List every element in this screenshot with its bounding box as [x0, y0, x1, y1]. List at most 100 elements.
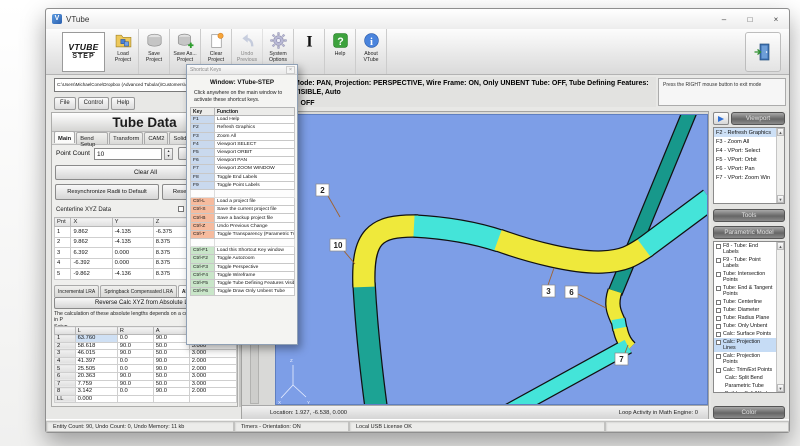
param-item-tube-end-tangent-points[interactable]: Tube: End & Tangent Points	[714, 284, 776, 298]
cell[interactable]: 50.0	[153, 350, 189, 358]
viewport-command-item[interactable]: F3 - Zoom All	[714, 137, 776, 146]
exit-mode-button[interactable]	[745, 32, 781, 72]
tab-transform[interactable]: Transform	[109, 132, 143, 144]
cell[interactable]: 90.0	[153, 357, 189, 365]
scroll-up-icon[interactable]: ▲	[777, 128, 784, 136]
param-item-builder-solidworks-master[interactable]: Builder: SolidWorks Master	[714, 390, 776, 393]
minimize-button[interactable]: –	[711, 9, 737, 29]
load-project-button[interactable]: Load Project	[108, 29, 139, 74]
cell[interactable]: 0.0	[117, 365, 153, 373]
param-item-tube-centerline[interactable]: Tube: Centerline	[714, 298, 776, 306]
cell[interactable]: 50.0	[153, 380, 189, 388]
menu-file[interactable]: File	[54, 97, 76, 110]
param-item-tube-only-unbent[interactable]: Tube: Only Unbent	[714, 322, 776, 330]
cell[interactable]: -9.862	[71, 269, 112, 280]
cell[interactable]: 0.0	[117, 335, 153, 343]
checkbox[interactable]	[716, 244, 721, 249]
cell[interactable]: 90.0	[117, 380, 153, 388]
cell[interactable]: 25.505	[75, 365, 117, 373]
param-item-calc-split-bend[interactable]: Calc: Split Bend	[714, 374, 776, 382]
color-section-header[interactable]: Color	[713, 406, 785, 419]
row-header[interactable]: 1	[55, 227, 71, 238]
close-button[interactable]: ×	[763, 9, 789, 29]
parametric-model-section-header[interactable]: Parametric Model	[713, 226, 785, 239]
row-header[interactable]: 3	[55, 248, 71, 259]
scroll-down-icon[interactable]: ▼	[777, 384, 784, 392]
cell[interactable]	[117, 395, 153, 403]
cell[interactable]: 90.0	[117, 350, 153, 358]
row-header[interactable]: 3	[55, 350, 76, 358]
lra-tab-springback-compensated-lra[interactable]: Springback Compensated LRA	[100, 285, 177, 297]
cell[interactable]: 41.397	[75, 357, 117, 365]
viewport-command-item[interactable]: F2 - Refresh Graphics	[714, 128, 776, 137]
text-cursor-button[interactable]: I	[294, 29, 325, 74]
scroll-up-icon[interactable]: ▲	[777, 242, 784, 250]
menu-control[interactable]: Control	[78, 97, 109, 110]
tab-bend-setup[interactable]: Bend Setup	[76, 132, 108, 144]
param-item-calc-surface-points[interactable]: Calc: Surface Points	[714, 330, 776, 338]
parametric-model-list[interactable]: F8 - Tube: End LabelsF9 - Tube: Point La…	[713, 241, 785, 393]
checkbox[interactable]	[716, 286, 721, 291]
cell[interactable]: 46.015	[75, 350, 117, 358]
cell[interactable]: 2.000	[189, 388, 236, 396]
cell[interactable]: 58.618	[75, 342, 117, 350]
param-item-parametric-tube[interactable]: Parametric Tube	[714, 382, 776, 390]
cell[interactable]: 3.000	[189, 350, 236, 358]
checkbox[interactable]	[716, 316, 721, 321]
cell[interactable]: 50.0	[153, 372, 189, 380]
checkbox[interactable]	[716, 340, 721, 345]
table-row[interactable]: 77.75990.050.03.000	[55, 380, 237, 388]
cell[interactable]: 0.000	[112, 258, 153, 269]
cell[interactable]: 20.363	[75, 372, 117, 380]
cell[interactable]: 9.862	[71, 227, 112, 238]
lock-grids-checkbox[interactable]	[178, 206, 184, 212]
cell[interactable]: 3.000	[189, 372, 236, 380]
resynchronize-radii-button[interactable]: Resynchronize Radii to Default	[55, 184, 159, 200]
cell[interactable]: 0.0	[117, 357, 153, 365]
row-header[interactable]: 5	[55, 269, 71, 280]
cell[interactable]: 3.000	[189, 380, 236, 388]
table-row[interactable]: 83.1420.090.02.000	[55, 388, 237, 396]
cell[interactable]: 6.392	[71, 248, 112, 259]
checkbox[interactable]	[716, 324, 721, 329]
param-list-scrollbar[interactable]: ▲▼	[776, 242, 784, 392]
table-row[interactable]: LL0.000	[55, 395, 237, 403]
row-header[interactable]: LL	[55, 395, 76, 403]
point-count-stepper[interactable]: ▲▼	[164, 148, 173, 160]
row-header[interactable]: 7	[55, 380, 76, 388]
row-header[interactable]: 2	[55, 342, 76, 350]
cell[interactable]: 9.862	[71, 237, 112, 248]
viewport-command-item[interactable]: F7 - VPort: Zoom Win	[714, 173, 776, 182]
viewport-list-scrollbar[interactable]: ▲▼	[776, 128, 784, 203]
param-item-tube-diameter[interactable]: Tube: Diameter	[714, 306, 776, 314]
shortcut-close-icon[interactable]: ×	[286, 66, 295, 74]
row-header[interactable]: 8	[55, 388, 76, 396]
cell[interactable]: -6.392	[71, 258, 112, 269]
cell[interactable]: 90.0	[153, 335, 189, 343]
cell[interactable]: 2.000	[189, 357, 236, 365]
cell[interactable]: 90.0	[117, 342, 153, 350]
param-item-f8-tube-end-labels[interactable]: F8 - Tube: End Labels	[714, 242, 776, 256]
table-row[interactable]: 441.3970.090.02.000	[55, 357, 237, 365]
param-item-calc-projection-lines[interactable]: Calc: Projection Lines	[714, 338, 776, 352]
menu-help[interactable]: Help	[111, 97, 135, 110]
checkbox[interactable]	[716, 308, 721, 313]
cell[interactable]	[189, 395, 236, 403]
tab-main[interactable]: Main	[54, 131, 75, 143]
cell[interactable]: 90.0	[153, 388, 189, 396]
cell[interactable]: 0.000	[112, 248, 153, 259]
cell[interactable]	[153, 395, 189, 403]
point-count-input[interactable]: 10	[94, 148, 162, 160]
cell[interactable]: 2.000	[189, 365, 236, 373]
cell[interactable]: 0.0	[117, 388, 153, 396]
viewport-command-item[interactable]: F5 - VPort: Orbit	[714, 155, 776, 164]
checkbox[interactable]	[716, 258, 721, 263]
row-header[interactable]: 2	[55, 237, 71, 248]
cell[interactable]: 90.0	[153, 365, 189, 373]
table-row[interactable]: 620.36390.050.03.000	[55, 372, 237, 380]
table-row[interactable]: 346.01590.050.03.000	[55, 350, 237, 358]
param-item-f9-tube-point-labels[interactable]: F9 - Tube: Point Labels	[714, 256, 776, 270]
sidebar-collapse-button[interactable]	[713, 112, 729, 125]
cell[interactable]: -4.135	[112, 227, 153, 238]
cell[interactable]: -4.136	[112, 269, 153, 280]
